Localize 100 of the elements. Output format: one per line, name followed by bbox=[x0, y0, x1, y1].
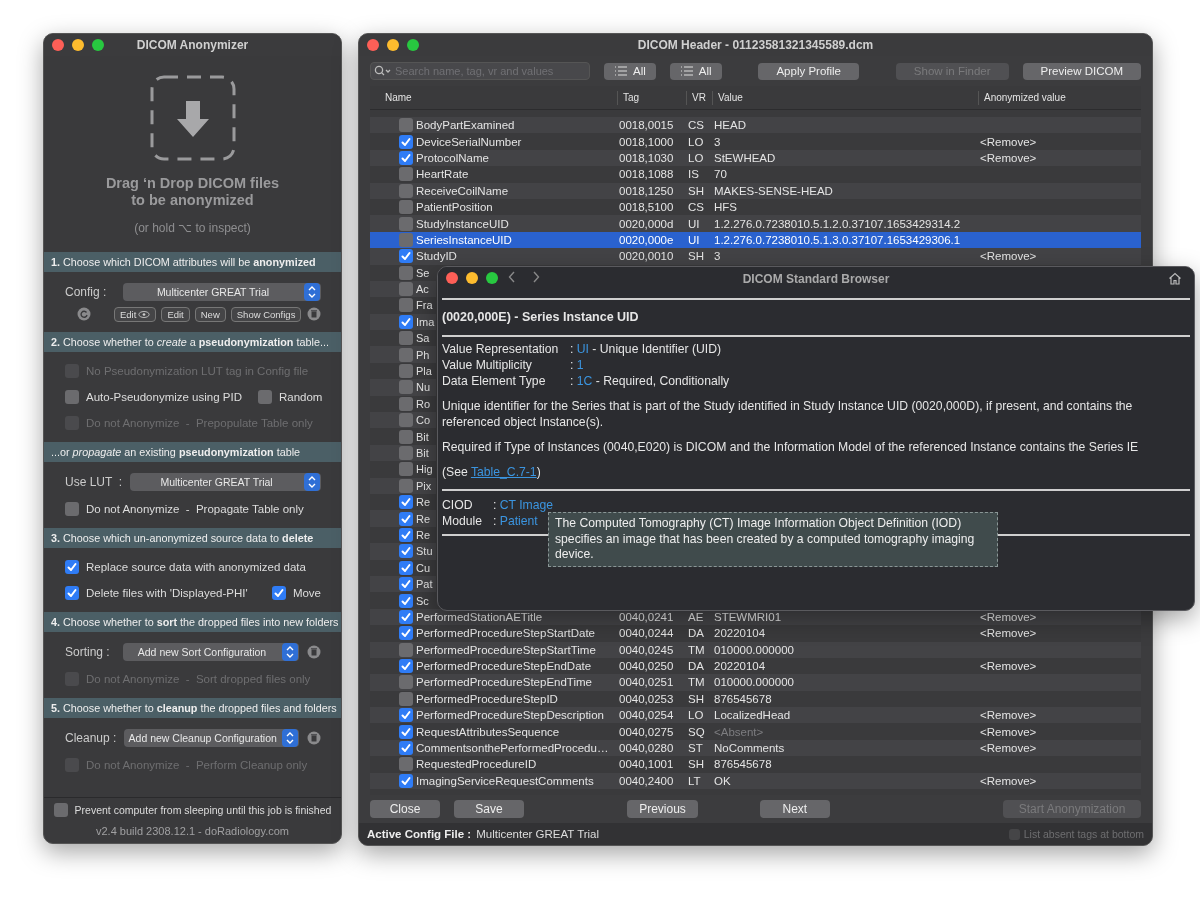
checkbox[interactable] bbox=[399, 298, 413, 313]
close-button[interactable] bbox=[52, 39, 64, 51]
checkbox[interactable] bbox=[399, 331, 413, 346]
checkbox[interactable] bbox=[399, 560, 413, 575]
table-row[interactable]: RequestedProcedureID 0040,1001 SH 876545678 bbox=[370, 756, 1141, 773]
value-link[interactable]: UI bbox=[576, 342, 589, 356]
table-row[interactable]: Pix bbox=[370, 477, 436, 494]
table-row[interactable]: ImagingServiceRequestComments 0040,2400 LT OK <Remove> bbox=[370, 772, 1141, 789]
table-row[interactable]: PatientPosition 0018,5100 CS HFS bbox=[370, 198, 1141, 216]
checkbox[interactable] bbox=[399, 691, 413, 706]
config-select[interactable]: Multicenter GREAT Trial bbox=[123, 283, 321, 301]
checkbox[interactable] bbox=[399, 478, 413, 493]
checkbox[interactable] bbox=[399, 495, 413, 510]
table-row[interactable]: Bit bbox=[370, 444, 436, 462]
table-row[interactable]: CommentsonthePerformedProcedu… 0040,0280 ST NoComments <Remove> bbox=[370, 739, 1141, 757]
table-row[interactable]: Sc bbox=[370, 592, 436, 609]
zoom-button[interactable] bbox=[92, 39, 104, 51]
toolbar-button[interactable]: All bbox=[604, 62, 656, 80]
config-button[interactable]: Edit bbox=[161, 306, 190, 322]
minimize-button[interactable] bbox=[72, 39, 84, 51]
reset-icon[interactable] bbox=[77, 307, 91, 321]
value-link[interactable]: Patient bbox=[499, 514, 538, 528]
config-button[interactable]: Edit bbox=[114, 306, 157, 322]
column-header[interactable]: Tag bbox=[617, 90, 686, 105]
footer-button[interactable]: Previous bbox=[627, 800, 698, 818]
table-row[interactable]: DeviceSerialNumber 0018,1000 LO 3 <Remove> bbox=[370, 133, 1141, 150]
table-row[interactable]: Stu bbox=[370, 543, 436, 560]
column-header[interactable]: Value bbox=[712, 90, 978, 105]
config-select[interactable]: Add new Cleanup Configuration bbox=[124, 729, 299, 747]
footer-button[interactable]: Close bbox=[370, 800, 440, 818]
table-row[interactable]: Nu bbox=[370, 379, 436, 396]
checkbox[interactable] bbox=[65, 560, 79, 574]
column-header[interactable]: VR bbox=[686, 90, 712, 105]
toolbar-button[interactable]: Preview DICOM bbox=[1022, 62, 1141, 80]
table-row[interactable]: PerformedProcedureStepEndTime 0040,0251 TM 010000.000000 bbox=[370, 674, 1141, 691]
checkbox[interactable] bbox=[65, 390, 79, 404]
checkbox[interactable] bbox=[399, 380, 413, 395]
checkbox[interactable] bbox=[399, 118, 413, 133]
checkbox[interactable] bbox=[399, 364, 413, 379]
checkbox[interactable] bbox=[399, 527, 413, 542]
checkbox[interactable] bbox=[399, 429, 413, 444]
table-link[interactable]: Table_C.7-1 bbox=[470, 465, 537, 479]
checkbox[interactable] bbox=[257, 390, 272, 404]
checkbox[interactable] bbox=[399, 396, 413, 411]
trash-icon[interactable] bbox=[307, 731, 321, 745]
close-button[interactable] bbox=[367, 39, 379, 51]
config-button[interactable]: Show Configs bbox=[230, 306, 302, 322]
table-row[interactable]: StudyID 0020,0010 SH 3 <Remove> bbox=[370, 248, 1141, 265]
toolbar-button[interactable]: All bbox=[669, 62, 722, 80]
home-icon[interactable] bbox=[1168, 272, 1182, 285]
trash-icon[interactable] bbox=[307, 307, 321, 321]
checkbox[interactable] bbox=[399, 724, 413, 739]
column-header[interactable]: Anonymized value bbox=[978, 90, 1141, 105]
table-row[interactable]: RequestAttributesSequence 0040,0275 SQ <Absent> <Remove> bbox=[370, 723, 1141, 740]
table-row[interactable]: Re bbox=[370, 510, 436, 527]
checkbox[interactable] bbox=[399, 675, 413, 690]
checkbox[interactable] bbox=[399, 413, 413, 428]
table-row[interactable]: Hig bbox=[370, 461, 436, 478]
checkbox[interactable] bbox=[399, 462, 413, 477]
checkbox[interactable] bbox=[65, 502, 79, 516]
checkbox[interactable] bbox=[399, 232, 413, 247]
table-row[interactable]: Ima bbox=[370, 313, 436, 331]
table-row[interactable]: PerformedProcedureStepID 0040,0253 SH 876545678 bbox=[370, 690, 1141, 708]
drop-zone-icon[interactable] bbox=[149, 75, 236, 161]
table-row[interactable]: Ro bbox=[370, 395, 436, 413]
table-row[interactable]: StudyInstanceUID 0020,000d UI 1.2.276.0.7238010.5.1.2.0.37107.1653429314.2 bbox=[370, 215, 1141, 232]
checkbox[interactable] bbox=[399, 708, 413, 723]
checkbox[interactable] bbox=[399, 216, 413, 231]
footer-button[interactable]: Save bbox=[454, 800, 524, 818]
close-button[interactable] bbox=[446, 272, 458, 284]
config-select[interactable]: Multicenter GREAT Trial bbox=[130, 473, 321, 491]
table-row[interactable]: PerformedProcedureStepStartTime 0040,0245 TM 010000.000000 bbox=[370, 641, 1141, 658]
footer-button[interactable]: Next bbox=[759, 800, 830, 818]
checkbox[interactable] bbox=[65, 586, 79, 600]
checkbox[interactable] bbox=[399, 249, 413, 264]
table-row[interactable]: PerformedProcedureStepStartDate 0040,0244 DA 20220104 <Remove> bbox=[370, 625, 1141, 642]
table-row[interactable]: Se bbox=[370, 264, 436, 281]
table-row[interactable]: Re bbox=[370, 526, 436, 544]
checkbox[interactable] bbox=[399, 134, 413, 149]
checkbox[interactable] bbox=[399, 642, 413, 657]
checkbox[interactable] bbox=[271, 586, 286, 600]
table-row[interactable]: PerformedProcedureStepDescription 0040,0254 LO LocalizedHead <Remove> bbox=[370, 707, 1141, 724]
config-select[interactable]: Add new Sort Configuration bbox=[123, 643, 299, 661]
checkbox[interactable] bbox=[399, 183, 413, 198]
checkbox[interactable] bbox=[399, 577, 413, 592]
checkbox[interactable] bbox=[399, 150, 413, 165]
checkbox[interactable] bbox=[399, 626, 413, 641]
table-row[interactable]: Re bbox=[370, 494, 436, 511]
checkbox[interactable] bbox=[399, 282, 413, 297]
table-row[interactable]: PerformedProcedureStepEndDate 0040,0250 DA 20220104 <Remove> bbox=[370, 657, 1141, 675]
zoom-button[interactable] bbox=[407, 39, 419, 51]
checkbox[interactable] bbox=[53, 803, 68, 817]
table-row[interactable]: Bit bbox=[370, 428, 436, 445]
table-row[interactable]: HeartRate 0018,1088 IS 70 bbox=[370, 166, 1141, 183]
table-row[interactable]: Ph bbox=[370, 346, 436, 363]
checkbox[interactable] bbox=[399, 511, 413, 526]
checkbox[interactable] bbox=[399, 446, 413, 460]
table-row[interactable]: Sa bbox=[370, 330, 436, 347]
table-row[interactable]: Ac bbox=[370, 280, 436, 298]
checkbox[interactable] bbox=[399, 167, 413, 182]
